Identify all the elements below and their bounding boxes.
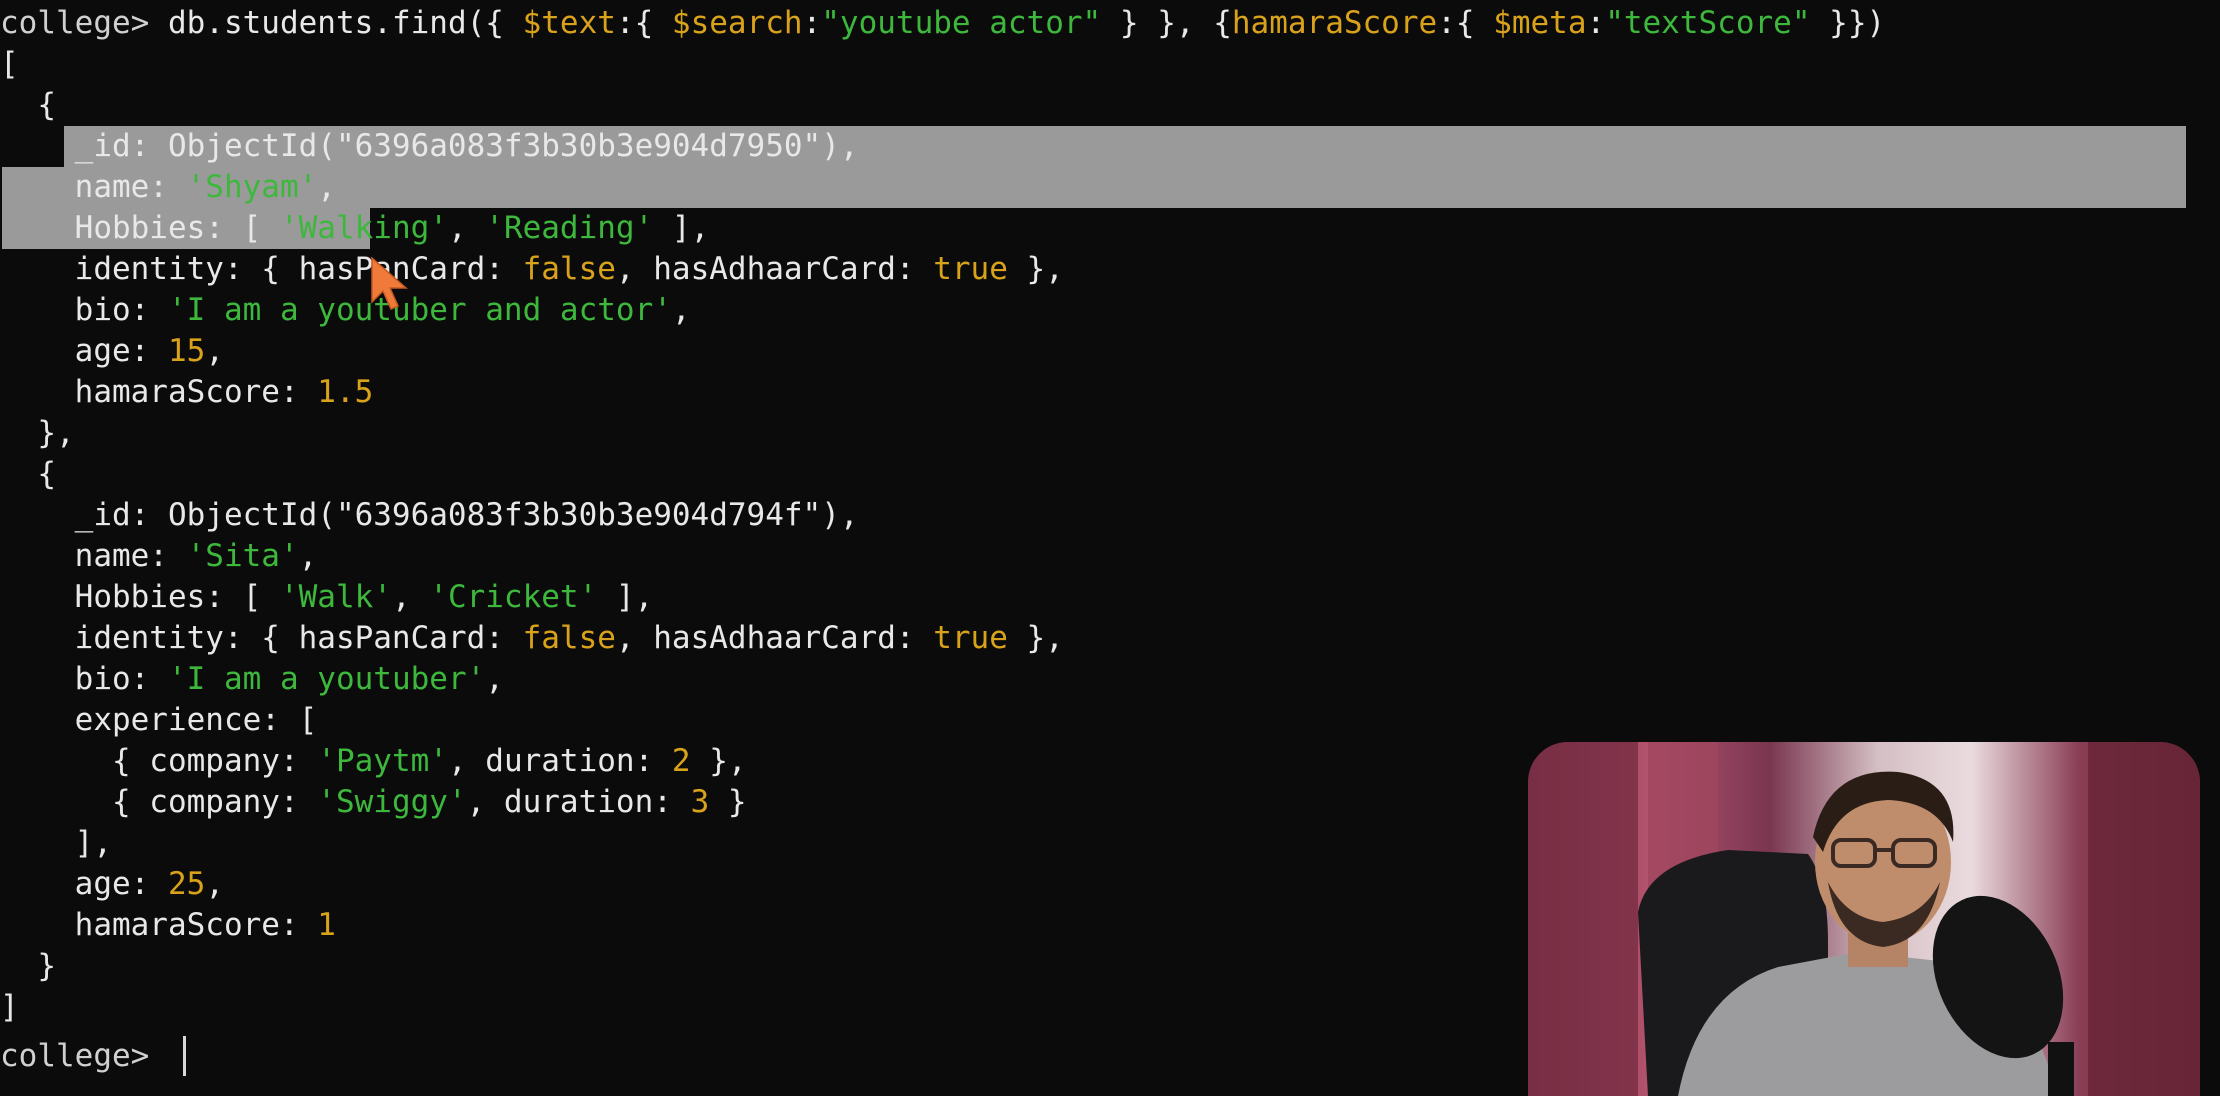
field-bio: bio: 'I am a youtuber',: [74, 661, 504, 697]
field-score: hamaraScore: 1.5: [74, 374, 374, 410]
output-open-bracket: [: [0, 46, 19, 82]
experience-close: ],: [74, 825, 112, 861]
field-identity: identity: { hasPanCard: false, hasAdhaar…: [74, 620, 1064, 656]
field-hobbies: Hobbies: [ 'Walking', 'Reading' ],: [74, 210, 710, 246]
field-bio: bio: 'I am a youtuber and actor',: [74, 292, 691, 328]
field-id: _id: ObjectId("6396a083f3b30b3e904d794f"…: [74, 497, 859, 533]
text-cursor: [183, 1036, 186, 1076]
field-id: _id: ObjectId("6396a083f3b30b3e904d7950"…: [74, 128, 859, 164]
field-age: age: 25,: [74, 866, 224, 902]
field-score: hamaraScore: 1: [74, 907, 336, 943]
document-open-brace: {: [37, 87, 56, 123]
document-open-brace: {: [37, 456, 56, 492]
document-close-brace: }: [37, 948, 56, 984]
field-age: age: 15,: [74, 333, 224, 369]
command-line: college> db.students.find({ $text:{ $sea…: [0, 5, 1886, 41]
field-experience: experience: [: [74, 702, 318, 738]
input-prompt[interactable]: college>: [0, 1036, 168, 1077]
experience-item: { company: 'Paytm', duration: 2 },: [111, 743, 747, 779]
webcam-overlay: [1528, 742, 2200, 1096]
field-name: name: 'Shyam',: [74, 169, 336, 205]
field-name: name: 'Sita',: [74, 538, 318, 574]
terminal-window[interactable]: college> db.students.find({ $text:{ $sea…: [0, 0, 2220, 1096]
experience-item: { company: 'Swiggy', duration: 3 }: [111, 784, 747, 820]
field-identity: identity: { hasPanCard: false, hasAdhaar…: [74, 251, 1064, 287]
field-hobbies: Hobbies: [ 'Walk', 'Cricket' ],: [74, 579, 654, 615]
document-close-brace: },: [37, 415, 75, 451]
presenter-video: [1528, 742, 2200, 1096]
output-close-bracket: ]: [0, 989, 19, 1025]
mouse-pointer-icon: [371, 256, 408, 310]
